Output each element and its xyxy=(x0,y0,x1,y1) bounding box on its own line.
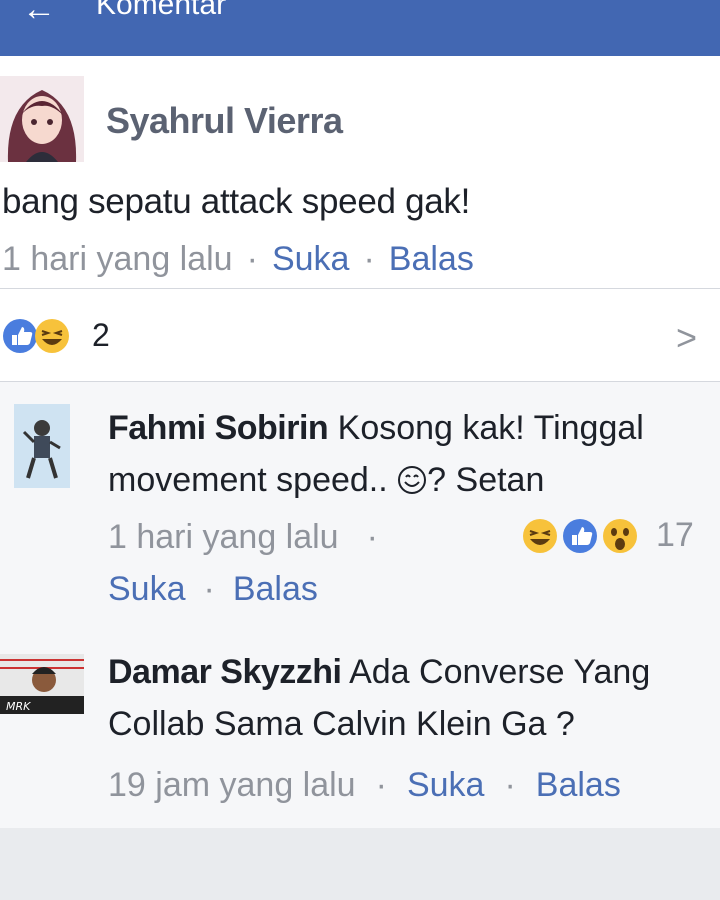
page-title: Komentar xyxy=(96,0,227,21)
separator-dot: · xyxy=(203,570,215,608)
svg-text:MRK: MRK xyxy=(6,700,31,713)
top-bar: ← Komentar xyxy=(0,0,720,56)
reply-link[interactable]: Balas xyxy=(389,240,474,278)
like-link[interactable]: Suka xyxy=(407,766,485,804)
separator-dot: · xyxy=(246,240,258,278)
wow-icon xyxy=(603,519,637,553)
reactions-bar[interactable]: 2 > xyxy=(0,289,720,382)
comment-author[interactable]: Syahrul Vierra xyxy=(106,100,343,142)
reply-time: 19 jam yang lalu xyxy=(108,766,356,804)
back-arrow-icon[interactable]: ← xyxy=(22,0,56,26)
separator-dot: · xyxy=(366,518,378,556)
reply-reaction-icons[interactable] xyxy=(522,518,646,554)
reply-message-tail: ? Setan xyxy=(427,461,545,499)
like-icon xyxy=(563,519,597,553)
avatar[interactable] xyxy=(0,76,84,162)
smile-emoji-icon xyxy=(397,458,427,510)
reply-item: Fahmi Sobirin Kosong kak! Tinggal moveme… xyxy=(0,382,720,630)
chevron-right-icon[interactable]: > xyxy=(676,317,697,359)
comment-time: 1 hari yang lalu xyxy=(2,240,233,278)
comment-text: bang sepatu attack speed gak! xyxy=(2,182,471,221)
reply-actions: Suka · Balas xyxy=(108,570,318,609)
main-comment: Syahrul Vierra bang sepatu attack speed … xyxy=(0,56,720,289)
reply-time: 1 hari yang lalu · xyxy=(108,518,378,557)
comment-meta: 1 hari yang lalu · Suka · Balas xyxy=(2,240,474,279)
reply-author[interactable]: Damar Skyzzhi xyxy=(108,653,342,691)
reply-reaction-count: 17 xyxy=(656,516,694,554)
reaction-count: 2 xyxy=(92,317,110,353)
reply-link[interactable]: Balas xyxy=(536,766,621,804)
like-link[interactable]: Suka xyxy=(108,570,186,608)
avatar[interactable]: MRK xyxy=(0,654,84,714)
reaction-icons xyxy=(2,318,82,354)
haha-icon xyxy=(35,319,69,353)
like-link[interactable]: Suka xyxy=(272,240,350,278)
separator-dot: · xyxy=(504,766,516,804)
separator-dot: · xyxy=(375,766,387,804)
replies-list: Fahmi Sobirin Kosong kak! Tinggal moveme… xyxy=(0,382,720,828)
reply-text: Damar Skyzzhi Ada Converse Yang Collab S… xyxy=(108,646,718,750)
haha-icon xyxy=(523,519,557,553)
reply-text: Fahmi Sobirin Kosong kak! Tinggal moveme… xyxy=(108,402,718,510)
avatar[interactable] xyxy=(14,404,70,488)
reply-link[interactable]: Balas xyxy=(233,570,318,608)
reply-item: MRK Damar Skyzzhi Ada Converse Yang Coll… xyxy=(0,630,720,828)
separator-dot: · xyxy=(363,240,375,278)
reply-author[interactable]: Fahmi Sobirin xyxy=(108,409,329,447)
like-icon xyxy=(3,319,37,353)
reply-time-text: 1 hari yang lalu xyxy=(108,518,339,556)
reply-meta: 19 jam yang lalu · Suka · Balas xyxy=(108,766,621,805)
